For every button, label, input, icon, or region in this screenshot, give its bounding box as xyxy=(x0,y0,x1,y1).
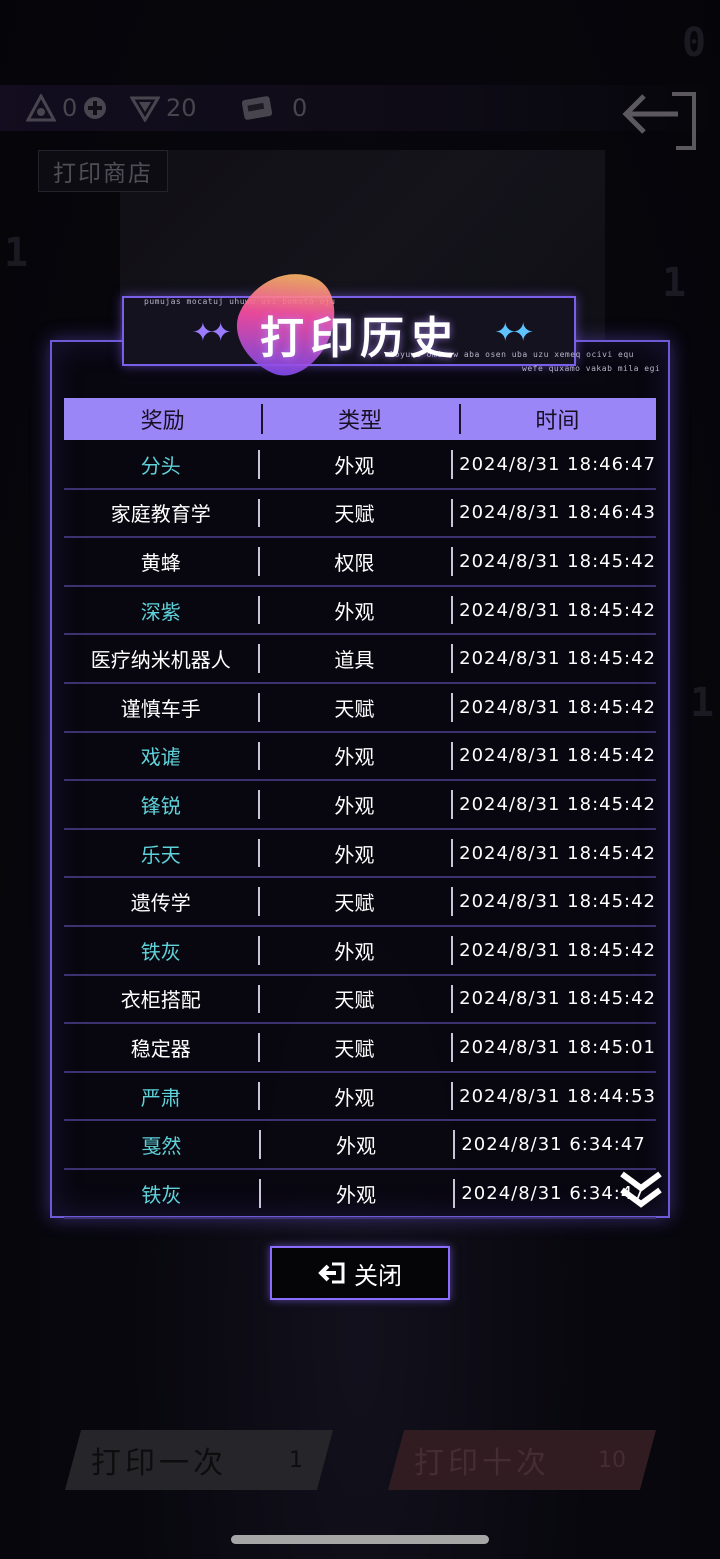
time-cell: 2024/8/31 18:45:42 xyxy=(451,684,656,731)
scroll-down-icon[interactable] xyxy=(618,1168,664,1214)
column-header-time: 时间 xyxy=(458,398,656,440)
reward-cell: 铁灰 xyxy=(140,939,181,964)
time-cell: 2024/8/31 18:45:01 xyxy=(451,1024,656,1071)
time-cell: 2024/8/31 18:46:43 xyxy=(451,490,656,537)
table-row: 锋锐 外观 2024/8/31 18:45:42 xyxy=(64,781,656,830)
table-row: 戛然 外观 2024/8/31 6:34:47 xyxy=(64,1121,656,1170)
reward-cell: 乐天 xyxy=(140,842,181,867)
close-button-label: 关闭 xyxy=(354,1261,402,1290)
table-row: 深紫 外观 2024/8/31 18:45:42 xyxy=(64,587,656,636)
reward-cell: 分头 xyxy=(140,453,181,478)
table-row: 遗传学 天赋 2024/8/31 18:45:42 xyxy=(64,878,656,927)
history-table[interactable]: 分头 外观 2024/8/31 18:46:47 家庭教育学 天赋 2024/8/31 1… xyxy=(64,441,656,1219)
time-cell: 2024/8/31 18:45:42 xyxy=(451,635,656,682)
type-cell: 外观 xyxy=(257,587,452,634)
reward-cell: 严肃 xyxy=(140,1085,181,1110)
type-cell: 权限 xyxy=(257,538,452,585)
table-row: 严肃 外观 2024/8/31 18:44:53 xyxy=(64,1073,656,1122)
reward-cell: 衣柜搭配 xyxy=(120,988,201,1013)
type-cell: 外观 xyxy=(257,441,452,488)
reward-cell: 医疗纳米机器人 xyxy=(90,648,231,673)
time-cell: 2024/8/31 18:45:42 xyxy=(451,830,656,877)
reward-cell: 深紫 xyxy=(140,599,181,624)
deco-text: wefe quxamo vakab mila egi xyxy=(522,364,661,373)
type-cell: 天赋 xyxy=(257,976,452,1023)
reward-cell: 戛然 xyxy=(141,1134,182,1159)
table-row: 衣柜搭配 天赋 2024/8/31 18:45:42 xyxy=(64,976,656,1025)
reward-cell: 稳定器 xyxy=(130,1036,191,1061)
time-cell: 2024/8/31 18:46:47 xyxy=(451,441,656,488)
time-cell: 2024/8/31 18:45:42 xyxy=(451,927,656,974)
type-cell: 外观 xyxy=(257,733,452,780)
table-row: 稳定器 天赋 2024/8/31 18:45:01 xyxy=(64,1024,656,1073)
table-row: 铁灰 外观 2024/8/31 18:45:42 xyxy=(64,927,656,976)
type-cell: 天赋 xyxy=(257,490,452,537)
close-button[interactable]: 关闭 xyxy=(270,1246,450,1300)
type-cell: 道具 xyxy=(257,635,452,682)
time-cell: 2024/8/31 18:45:42 xyxy=(451,587,656,634)
time-cell: 2024/8/31 18:44:53 xyxy=(451,1073,656,1120)
reward-cell: 遗传学 xyxy=(130,891,191,916)
reward-cell: 戏谑 xyxy=(140,745,181,770)
reward-cell: 黄蜂 xyxy=(140,550,181,575)
exit-icon xyxy=(318,1262,345,1284)
time-cell: 2024/8/31 18:45:42 xyxy=(451,878,656,925)
table-row: 铁灰 外观 2024/8/31 6:34:47 xyxy=(64,1170,656,1219)
table-row: 黄蜂 权限 2024/8/31 18:45:42 xyxy=(64,538,656,587)
table-row: 乐天 外观 2024/8/31 18:45:42 xyxy=(64,830,656,879)
time-cell: 2024/8/31 18:45:42 xyxy=(451,538,656,585)
column-header-reward: 奖励 xyxy=(140,409,185,434)
time-cell: 2024/8/31 18:45:42 xyxy=(451,976,656,1023)
table-header: 奖励 类型 时间 xyxy=(64,398,656,440)
table-row: 医疗纳米机器人 道具 2024/8/31 18:45:42 xyxy=(64,635,656,684)
type-cell: 天赋 xyxy=(257,1024,452,1071)
reward-cell: 家庭教育学 xyxy=(110,502,211,527)
table-row: 分头 外观 2024/8/31 18:46:47 xyxy=(64,441,656,490)
reward-cell: 锋锐 xyxy=(140,793,181,818)
time-cell: 2024/8/31 18:45:42 xyxy=(451,733,656,780)
table-row: 戏谑 外观 2024/8/31 18:45:42 xyxy=(64,733,656,782)
table-row: 家庭教育学 天赋 2024/8/31 18:46:43 xyxy=(64,490,656,539)
type-cell: 外观 xyxy=(257,830,452,877)
type-cell: 天赋 xyxy=(257,684,452,731)
type-cell: 外观 xyxy=(257,1073,452,1120)
type-cell: 外观 xyxy=(257,781,452,828)
type-cell: 天赋 xyxy=(257,878,452,925)
type-cell: 外观 xyxy=(257,927,452,974)
dialog-title-deco: wefe quxamo vakab mila egi xyxy=(122,296,660,373)
column-header-type: 类型 xyxy=(261,398,458,440)
reward-cell: 谨慎车手 xyxy=(120,696,201,721)
type-cell: 外观 xyxy=(258,1121,454,1168)
time-cell: 2024/8/31 6:34:47 xyxy=(453,1121,656,1168)
time-cell: 2024/8/31 18:45:42 xyxy=(451,781,656,828)
reward-cell: 铁灰 xyxy=(141,1182,182,1207)
type-cell: 外观 xyxy=(258,1170,454,1217)
table-row: 谨慎车手 天赋 2024/8/31 18:45:42 xyxy=(64,684,656,733)
